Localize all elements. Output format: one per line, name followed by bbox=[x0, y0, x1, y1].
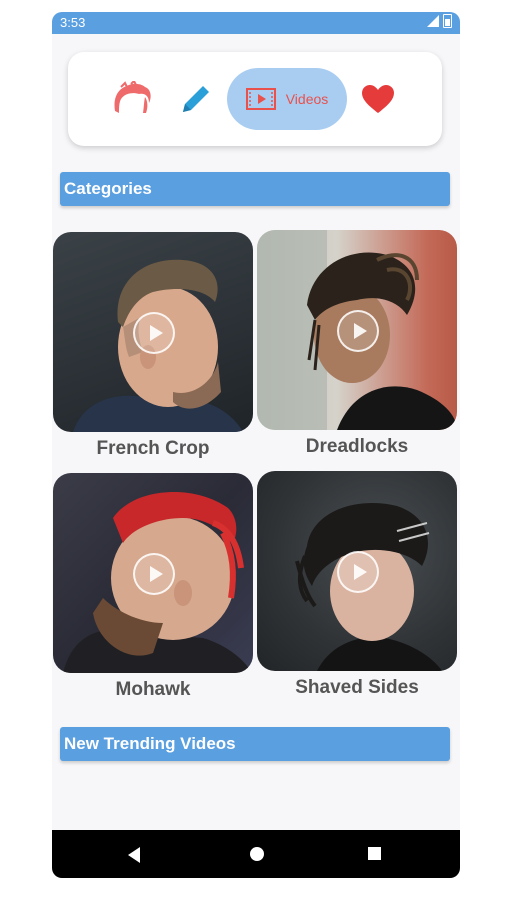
status-bar: 3:53 bbox=[52, 12, 460, 34]
top-nav-card: Videos bbox=[68, 52, 442, 146]
category-card-mohawk[interactable]: Mohawk bbox=[53, 473, 253, 701]
nav-videos-label: Videos bbox=[285, 91, 329, 107]
play-icon bbox=[149, 566, 163, 582]
category-thumbnail bbox=[53, 473, 253, 673]
system-navigation-bar bbox=[52, 830, 460, 878]
category-label: Shaved Sides bbox=[295, 677, 419, 698]
pencil-icon bbox=[183, 86, 209, 112]
category-thumbnail bbox=[257, 230, 457, 430]
home-icon[interactable] bbox=[250, 847, 264, 861]
category-thumbnail bbox=[257, 471, 457, 671]
nav-favorites-button[interactable] bbox=[358, 80, 398, 118]
category-card-shaved-sides[interactable]: Shaved Sides bbox=[257, 471, 457, 699]
nav-hairstyles-button[interactable] bbox=[110, 80, 154, 118]
trending-videos-header: New Trending Videos bbox=[60, 727, 450, 761]
play-button[interactable] bbox=[337, 310, 379, 352]
play-icon bbox=[353, 564, 367, 580]
category-label: Mohawk bbox=[115, 679, 191, 700]
play-button[interactable] bbox=[133, 312, 175, 354]
category-label: Dreadlocks bbox=[305, 436, 409, 457]
play-button[interactable] bbox=[337, 551, 379, 593]
phone-screen: 3:53 Videos Categories French Crop Dread… bbox=[52, 12, 460, 878]
status-icons bbox=[427, 14, 452, 28]
hair-icon bbox=[114, 81, 151, 113]
video-icon bbox=[245, 88, 276, 110]
category-label: French Crop bbox=[96, 438, 210, 459]
play-icon bbox=[353, 323, 367, 339]
categories-header: Categories bbox=[60, 172, 450, 206]
play-button[interactable] bbox=[133, 553, 175, 595]
recents-icon[interactable] bbox=[368, 847, 381, 860]
status-time: 3:53 bbox=[60, 15, 86, 30]
nav-videos-tab[interactable]: Videos bbox=[227, 68, 347, 130]
battery-icon bbox=[443, 14, 452, 28]
back-icon[interactable] bbox=[128, 847, 140, 863]
heart-icon bbox=[362, 85, 394, 113]
nav-edit-button[interactable] bbox=[176, 80, 216, 118]
category-card-french-crop[interactable]: French Crop bbox=[53, 232, 253, 460]
play-icon bbox=[149, 325, 163, 341]
category-thumbnail bbox=[53, 232, 253, 432]
category-card-dreadlocks[interactable]: Dreadlocks bbox=[257, 230, 457, 458]
signal-icon bbox=[427, 15, 439, 27]
